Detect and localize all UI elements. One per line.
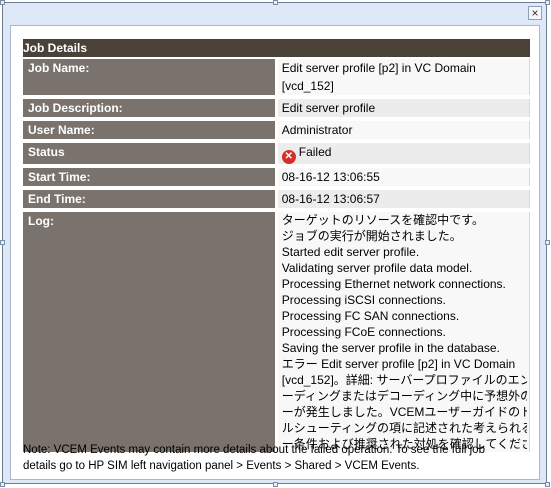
log-value: ターゲットのリソースを確認中です。 ジョブの実行が開始されました。 Starte… [275,210,531,452]
job-description-value: Edit server profile [275,97,531,121]
log-line: Validating server profile data model. [281,261,473,275]
resize-handle-left[interactable] [0,240,5,245]
resize-handle-top-left[interactable] [0,0,5,5]
table-row: End Time: 08-16-12 13:06:57 [23,188,531,212]
log-line: Started edit server profile. [281,245,420,259]
job-name-value: Edit server profile [p2] in VC Domain [v… [275,58,531,99]
log-line: ーディングまたはデコーディング中に予想外のエラ [281,389,527,403]
table-row: Status ✕ Failed [23,141,531,168]
log-line: Processing FC SAN connections. [281,309,460,323]
resize-handle-bottom[interactable] [273,482,278,487]
close-icon[interactable]: × [528,6,542,20]
resize-handle-top[interactable] [273,0,278,5]
table-row: Start Time: 08-16-12 13:06:55 [23,166,531,190]
table-row: Log: ターゲットのリソースを確認中です。 ジョブの実行が開始されました。 S… [23,210,531,452]
job-details-header: Job Details [23,39,530,59]
log-label: Log: [23,210,278,452]
note-text: Note: VCEM Events may contain more detai… [23,442,533,474]
log-line: Processing FCoE connections. [281,325,446,339]
status-value: ✕ Failed [275,141,531,168]
table-row: Job Description: Edit server profile [23,97,531,121]
job-details-title: Job Details [23,39,530,59]
log-line: ルシューティングの項に記述された考えられるエラ [281,421,527,435]
start-time-value: 08-16-12 13:06:55 [275,166,531,190]
job-details-dialog: × Job Details Job Name: Edit server prof… [2,2,547,484]
user-name-value: Administrator [275,119,531,143]
note-line: Note: VCEM Events may contain more detai… [23,444,485,456]
end-time-label: End Time: [23,188,278,212]
resize-handle-right[interactable] [545,240,550,245]
end-time-value: 08-16-12 13:06:57 [275,188,531,212]
log-line: Processing iSCSI connections. [281,293,446,307]
log-line: Processing Ethernet network connections. [281,277,506,291]
resize-handle-bottom-right[interactable] [545,482,550,487]
start-time-label: Start Time: [23,166,278,190]
error-x-icon: ✕ [281,150,296,164]
job-description-label: Job Description: [23,97,278,121]
resize-handle-bottom-left[interactable] [0,482,5,487]
log-line: ターゲットのリソースを確認中です。 [281,213,484,227]
log-line: エラー Edit server profile [p2] in VC Domai… [281,357,516,371]
status-text: Failed [298,145,332,159]
table-row: User Name: Administrator [23,119,531,143]
note-line: details go to HP SIM left navigation pan… [23,460,420,472]
log-line: Saving the server profile in the databas… [281,341,500,355]
log-line: [vcd_152]。詳細: サーバープロファイルのエンコ [281,373,527,387]
job-details-table: Job Details Job Name: Edit server profil… [23,39,531,452]
resize-handle-top-right[interactable] [545,0,550,5]
table-row: Job Name: Edit server profile [p2] in VC… [23,58,531,99]
dialog-content: Job Details Job Name: Edit server profil… [10,25,540,480]
log-line: ーが発生しました。VCEMユーザーガイドのトラブ [281,405,527,419]
status-label: Status [23,141,278,168]
job-name-label: Job Name: [23,58,278,99]
user-name-label: User Name: [23,119,278,143]
log-line: ジョブの実行が開始されました。 [281,229,462,243]
